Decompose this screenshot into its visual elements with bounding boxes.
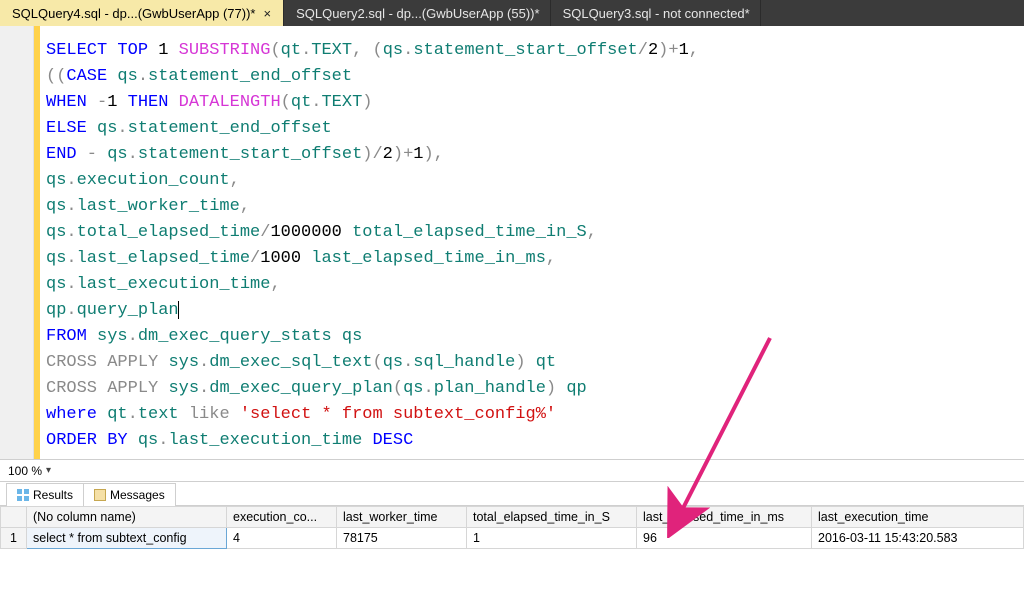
- grid-header-row: (No column name) execution_co... last_wo…: [1, 507, 1024, 528]
- code-area[interactable]: SELECT TOP 1 SUBSTRING(qt.TEXT, (qs.stat…: [40, 26, 1024, 459]
- chevron-down-icon: ▾: [46, 465, 51, 476]
- close-icon[interactable]: ×: [261, 7, 273, 20]
- grid-header[interactable]: (No column name): [27, 507, 227, 528]
- grid-cell[interactable]: 78175: [337, 528, 467, 549]
- grid-cell[interactable]: 1: [467, 528, 637, 549]
- grid-header-rownum[interactable]: [1, 507, 27, 528]
- editor-tab-query4[interactable]: SQLQuery4.sql - dp...(GwbUserApp (77))* …: [0, 0, 284, 26]
- editor-tab-query3[interactable]: SQLQuery3.sql - not connected*: [551, 0, 761, 26]
- tab-label: SQLQuery2.sql - dp...(GwbUserApp (55))*: [296, 6, 539, 21]
- tab-results[interactable]: Results: [6, 483, 84, 506]
- tab-messages[interactable]: Messages: [84, 483, 176, 506]
- grid-cell[interactable]: select * from subtext_config: [27, 528, 227, 549]
- messages-icon: [94, 489, 106, 501]
- results-tabbar: Results Messages: [0, 482, 1024, 506]
- grid-cell[interactable]: 2016-03-11 15:43:20.583: [812, 528, 1024, 549]
- grid-header[interactable]: last_worker_time: [337, 507, 467, 528]
- table-row[interactable]: 1 select * from subtext_config 4 78175 1…: [1, 528, 1024, 549]
- grid-header[interactable]: last_execution_time: [812, 507, 1024, 528]
- results-grid[interactable]: (No column name) execution_co... last_wo…: [0, 506, 1024, 549]
- grid-header[interactable]: last_elapsed_time_in_ms: [637, 507, 812, 528]
- grid-header[interactable]: total_elapsed_time_in_S: [467, 507, 637, 528]
- editor-gutter: [0, 26, 34, 459]
- grid-cell[interactable]: 96: [637, 528, 812, 549]
- row-number[interactable]: 1: [1, 528, 27, 549]
- tab-label: SQLQuery4.sql - dp...(GwbUserApp (77))*: [12, 6, 255, 21]
- grid-cell[interactable]: 4: [227, 528, 337, 549]
- tab-label: SQLQuery3.sql - not connected*: [563, 6, 750, 21]
- zoom-bar: 100 % ▾: [0, 460, 1024, 482]
- results-grid-wrap[interactable]: (No column name) execution_co... last_wo…: [0, 506, 1024, 594]
- zoom-dropdown[interactable]: 100 % ▾: [8, 464, 51, 478]
- text-caret: [178, 301, 179, 319]
- tab-label: Results: [33, 488, 73, 502]
- grid-icon: [17, 489, 29, 501]
- editor-tabbar: SQLQuery4.sql - dp...(GwbUserApp (77))* …: [0, 0, 1024, 26]
- tab-label: Messages: [110, 488, 165, 502]
- editor-tab-query2[interactable]: SQLQuery2.sql - dp...(GwbUserApp (55))*: [284, 0, 550, 26]
- grid-header[interactable]: execution_co...: [227, 507, 337, 528]
- sql-editor[interactable]: SELECT TOP 1 SUBSTRING(qt.TEXT, (qs.stat…: [0, 26, 1024, 460]
- zoom-value: 100 %: [8, 464, 42, 478]
